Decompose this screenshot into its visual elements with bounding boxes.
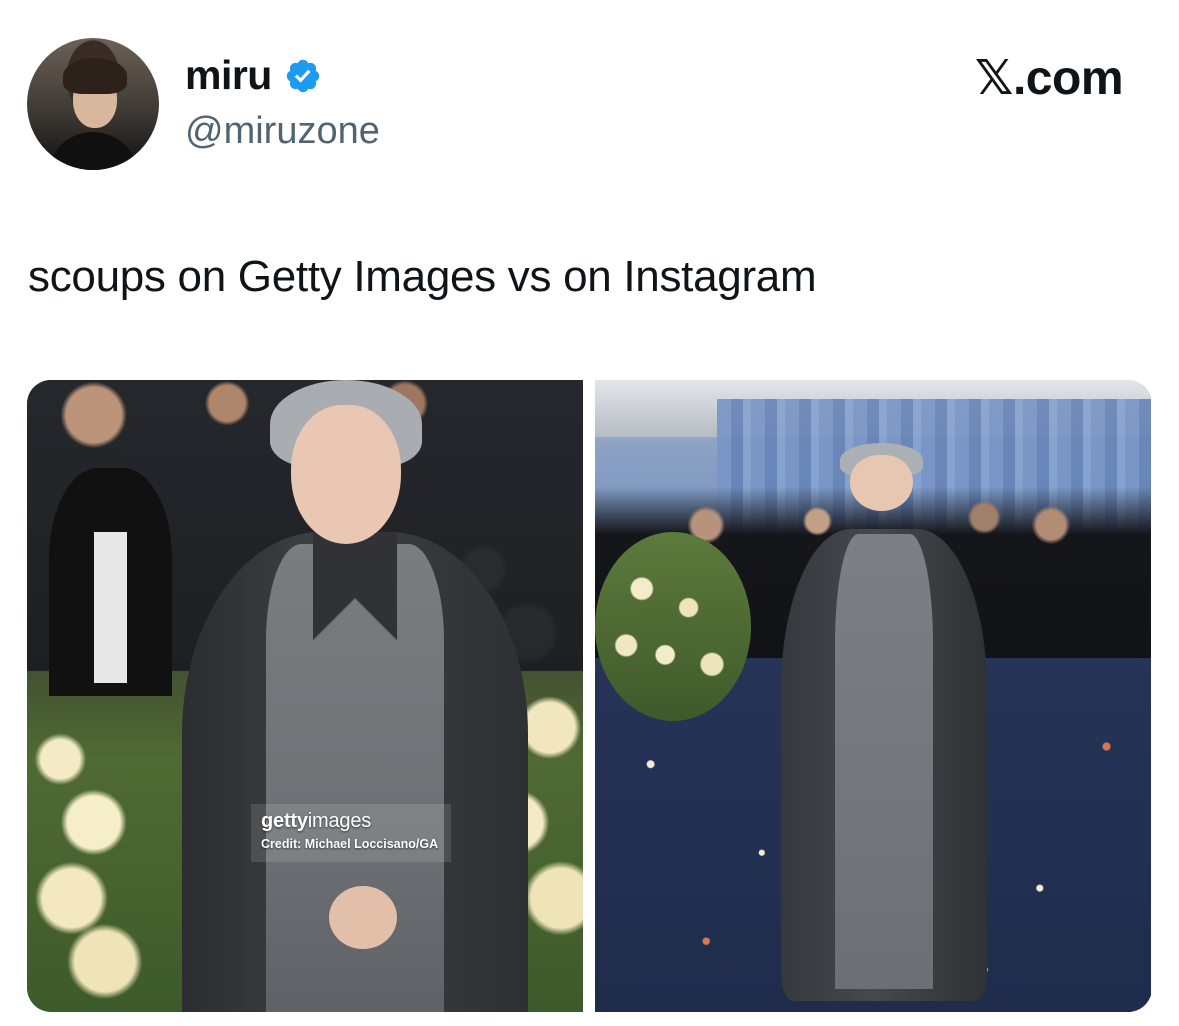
- watermark-credit: Credit: Michael Loccisano/GA: [261, 837, 439, 851]
- avatar-hair: [63, 58, 127, 94]
- subject-collar: [312, 531, 398, 671]
- subject-face: [291, 405, 402, 545]
- subject-figure: [160, 380, 583, 1012]
- flower-arrangement: [595, 531, 751, 722]
- author-handle[interactable]: @miruzone: [185, 110, 380, 153]
- avatar-shirt: [47, 132, 139, 170]
- subject-figure: [762, 443, 1007, 1012]
- media-grid: gettyimages Credit: Michael Loccisano/GA: [27, 380, 1152, 1012]
- tweet-text: scoups on Getty Images vs on Instagram: [28, 252, 817, 301]
- subject-robe: [835, 534, 934, 990]
- photo-instagram[interactable]: [595, 380, 1151, 1012]
- watermark-brand: gettyimages: [261, 810, 441, 833]
- verified-badge-icon: [284, 57, 322, 95]
- getty-watermark: gettyimages Credit: Michael Loccisano/GA: [251, 804, 451, 862]
- x-logo: 𝕏.com: [974, 52, 1124, 105]
- watermark-brand-bold: getty: [261, 810, 308, 832]
- subject-hands: [329, 885, 398, 949]
- display-name[interactable]: miru: [185, 52, 272, 99]
- avatar[interactable]: [27, 38, 159, 170]
- photo-getty[interactable]: gettyimages Credit: Michael Loccisano/GA: [27, 380, 583, 1012]
- subject-face: [849, 454, 914, 512]
- watermark-brand-light: images: [307, 810, 372, 832]
- author-name-row: miru: [185, 52, 322, 99]
- photographer-shirt: [93, 531, 128, 684]
